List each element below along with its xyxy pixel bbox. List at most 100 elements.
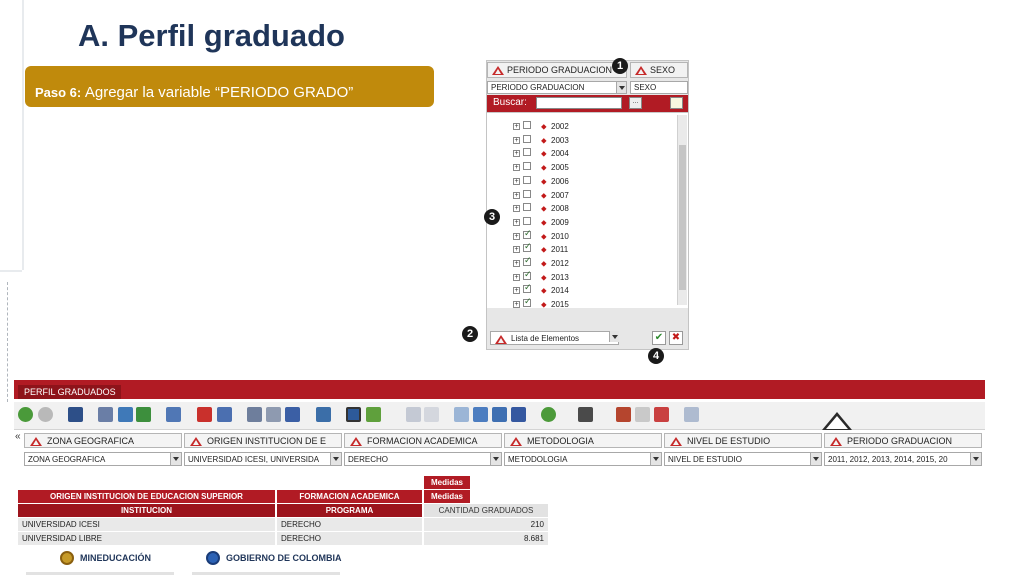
help-icon[interactable]: [684, 407, 699, 422]
expand-icon[interactable]: +: [513, 273, 520, 281]
dimension-filter-select[interactable]: UNIVERSIDAD ICESI, UNIVERSIDA: [184, 452, 342, 466]
copy-icon[interactable]: [166, 407, 181, 422]
tab-label: PERIODO GRADUACION: [507, 65, 613, 75]
tab-sexo[interactable]: SEXO: [630, 62, 688, 78]
bar-chart-icon[interactable]: [247, 407, 262, 422]
chevron-down-icon[interactable]: [330, 453, 341, 465]
list-mode-dropdown[interactable]: [604, 331, 619, 345]
drill-icon[interactable]: [492, 407, 507, 422]
dimension-tab[interactable]: PERIODO GRADUACION: [824, 433, 982, 448]
checkbox[interactable]: [523, 255, 532, 266]
select-all-icon[interactable]: [670, 97, 683, 109]
checkbox[interactable]: [523, 203, 531, 212]
dimension-filter-select[interactable]: METODOLOGIA: [504, 452, 662, 466]
checkbox[interactable]: [523, 269, 532, 280]
refresh-icon[interactable]: [217, 407, 232, 422]
expand-icon[interactable]: +: [513, 136, 520, 144]
dimension-tab[interactable]: ZONA GEOGRAFICA: [24, 433, 182, 448]
sort-desc-icon[interactable]: [424, 407, 439, 422]
dimension-filter-select[interactable]: ZONA GEOGRAFICA: [24, 452, 182, 466]
column-header-institucion: INSTITUCION: [18, 504, 275, 517]
tree-icon[interactable]: [511, 407, 526, 422]
checkbox[interactable]: [523, 134, 531, 143]
mdx-icon[interactable]: [68, 407, 83, 422]
expand-icon[interactable]: +: [513, 205, 520, 213]
chevron-down-icon[interactable]: [609, 331, 619, 342]
tree-item-label: 2011: [551, 245, 569, 255]
chevron-down-icon[interactable]: [490, 453, 501, 465]
expand-icon[interactable]: +: [513, 260, 520, 267]
table-cell-institucion[interactable]: UNIVERSIDAD ICESI: [18, 518, 275, 531]
checkbox[interactable]: [523, 241, 532, 253]
chart-icon[interactable]: [197, 407, 212, 422]
expand-icon[interactable]: +: [513, 232, 520, 240]
expand-icon[interactable]: +: [513, 164, 520, 172]
expand-icon[interactable]: +: [513, 218, 520, 226]
window-icon[interactable]: [316, 407, 331, 422]
link-icon[interactable]: [266, 407, 281, 422]
filter-icon[interactable]: [454, 407, 469, 422]
checkbox[interactable]: [523, 189, 531, 198]
expand-icon[interactable]: +: [513, 301, 520, 309]
tool-icon[interactable]: [635, 407, 650, 422]
expand-icon[interactable]: +: [513, 123, 520, 130]
dimension-filter-select[interactable]: 2011, 2012, 2013, 2014, 2015, 20: [824, 452, 982, 466]
expand-icon[interactable]: +: [513, 150, 520, 158]
expand-icon[interactable]: +: [513, 287, 520, 295]
checkbox[interactable]: [523, 296, 532, 308]
expand-icon[interactable]: +: [513, 191, 520, 199]
checkbox[interactable]: [523, 216, 531, 225]
checkbox[interactable]: [523, 162, 531, 171]
search-input[interactable]: [536, 97, 622, 109]
checkbox[interactable]: [523, 148, 531, 157]
swap-axes-icon[interactable]: [473, 407, 488, 422]
chevron-down-icon[interactable]: [616, 82, 626, 93]
sexo-select[interactable]: SEXO: [630, 81, 688, 94]
tag-icon[interactable]: [578, 407, 593, 422]
hammer-icon[interactable]: [616, 407, 631, 422]
search-options-button[interactable]: ...: [629, 97, 642, 109]
chevron-down-icon[interactable]: [650, 453, 661, 465]
column-header-formacion: FORMACION ACADEMICA: [277, 490, 422, 503]
cancel-button[interactable]: ✖: [669, 331, 683, 345]
redo-icon[interactable]: [38, 407, 53, 422]
checkbox[interactable]: [523, 121, 531, 129]
tab-perfil-graduados[interactable]: PERFIL GRADUADOS: [18, 385, 121, 399]
sort-icon[interactable]: [406, 407, 421, 422]
scrollbar-thumb[interactable]: [679, 145, 686, 290]
table-cell-programa[interactable]: DERECHO: [277, 532, 422, 545]
chevron-down-icon[interactable]: [970, 453, 981, 465]
chart-view-icon[interactable]: [366, 407, 381, 422]
checkbox[interactable]: [523, 282, 532, 294]
dimension-tab[interactable]: ORIGEN INSTITUCION DE E: [184, 433, 342, 448]
cube-icon[interactable]: [654, 407, 669, 422]
confirm-button[interactable]: ✔: [652, 331, 666, 345]
expand-icon[interactable]: +: [513, 177, 520, 185]
export-icon[interactable]: [118, 407, 133, 422]
scrollbar[interactable]: [677, 115, 687, 305]
chevron-down-icon[interactable]: [810, 453, 821, 465]
list-mode-select[interactable]: Lista de Elementos: [490, 331, 619, 345]
dimension-filter-select[interactable]: NIVEL DE ESTUDIO: [664, 452, 822, 466]
tab-periodo-graduacion[interactable]: PERIODO GRADUACION: [487, 62, 627, 78]
dimension-tab[interactable]: FORMACION ACADEMICA: [344, 433, 502, 448]
periodo-select[interactable]: PERIODO GRADUACION: [487, 81, 627, 94]
checkbox[interactable]: [523, 175, 531, 184]
dimension-tab[interactable]: METODOLOGIA: [504, 433, 662, 448]
checkbox[interactable]: [523, 228, 532, 239]
undo-icon[interactable]: [18, 407, 33, 422]
print-icon[interactable]: [98, 407, 113, 422]
grid-view-icon[interactable]: [346, 407, 361, 422]
decorative-line: [0, 270, 22, 272]
dimension-tab[interactable]: NIVEL DE ESTUDIO: [664, 433, 822, 448]
table-cell-institucion[interactable]: UNIVERSIDAD LIBRE: [18, 532, 275, 545]
settings-icon[interactable]: [541, 407, 556, 422]
collapse-icon[interactable]: «: [15, 431, 21, 442]
excel-icon[interactable]: [136, 407, 151, 422]
dimension-icon: [635, 66, 647, 75]
chevron-down-icon[interactable]: [170, 453, 181, 465]
table-cell-programa[interactable]: DERECHO: [277, 518, 422, 531]
axis-icon[interactable]: [285, 407, 300, 422]
dimension-filter-select[interactable]: DERECHO: [344, 452, 502, 466]
expand-icon[interactable]: +: [513, 246, 520, 254]
